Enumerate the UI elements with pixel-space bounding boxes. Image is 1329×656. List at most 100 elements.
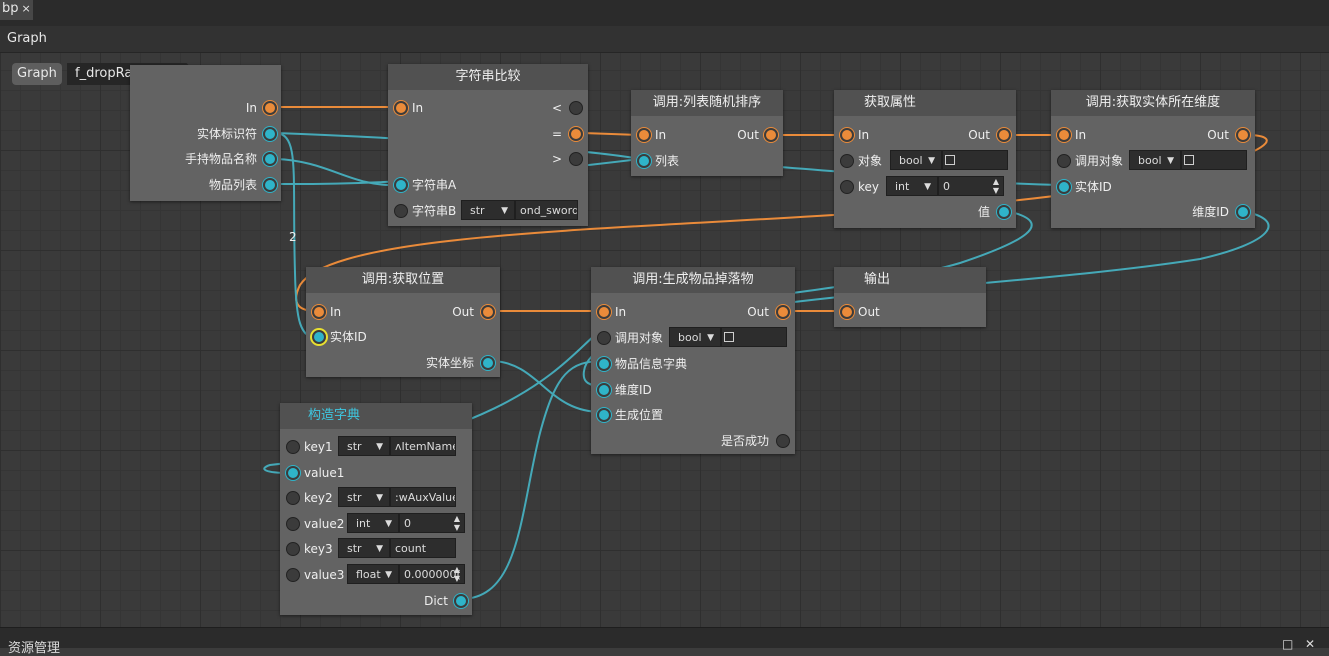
tab-bp[interactable]: bp × bbox=[0, 0, 33, 20]
exec-out-pin[interactable] bbox=[481, 305, 495, 319]
key-type-select[interactable]: int ▼ bbox=[886, 176, 938, 196]
exec-out-pin[interactable] bbox=[263, 101, 277, 115]
item-dict-pin[interactable] bbox=[597, 357, 611, 371]
exec-out-pin[interactable] bbox=[1236, 128, 1250, 142]
data-wire bbox=[460, 360, 604, 600]
output-node[interactable]: 输出 Out bbox=[834, 267, 986, 327]
target-value-field[interactable] bbox=[721, 327, 787, 347]
target-type-select[interactable]: bool ▼ bbox=[669, 327, 721, 347]
exec-in-pin[interactable] bbox=[597, 305, 611, 319]
entity-id-pin[interactable] bbox=[312, 330, 326, 344]
value2-pin[interactable] bbox=[286, 517, 300, 531]
key-pin[interactable] bbox=[840, 180, 854, 194]
graph-panel-title: Graph bbox=[7, 31, 47, 46]
value3-value: 0.000000( bbox=[404, 568, 461, 581]
key1-type-select[interactable]: str ▼ bbox=[338, 436, 390, 456]
value2-type-select[interactable]: int ▼ bbox=[347, 513, 399, 533]
graph-panel-header: Graph bbox=[0, 26, 1329, 53]
greater-pin[interactable] bbox=[569, 152, 583, 166]
spinner-icon[interactable]: ▲ ▼ bbox=[454, 514, 460, 532]
target-checkbox[interactable] bbox=[1184, 155, 1194, 165]
graph-canvas[interactable]: Graph f_dropRandomItem In 实体标识符 手持物品名称 物… bbox=[0, 53, 1329, 627]
make-dict-node[interactable]: 构造字典 key1 str ▼ ʌItemName value1 key2 str… bbox=[280, 403, 472, 615]
entity-id-pin[interactable] bbox=[263, 127, 277, 141]
string-a-pin[interactable] bbox=[394, 178, 408, 192]
dimension-id-pin[interactable] bbox=[1236, 205, 1250, 219]
spinner-icon[interactable]: ▲ ▼ bbox=[993, 177, 999, 195]
target-pin[interactable] bbox=[1057, 154, 1071, 168]
object-value-field[interactable] bbox=[942, 150, 1008, 170]
key1-input[interactable]: ʌItemName bbox=[390, 436, 456, 456]
key3-pin[interactable] bbox=[286, 542, 300, 556]
value-pin[interactable] bbox=[997, 205, 1011, 219]
exec-out-label: Out bbox=[1207, 128, 1229, 142]
exec-in-pin[interactable] bbox=[312, 305, 326, 319]
string-b-pin[interactable] bbox=[394, 204, 408, 218]
get-attribute-node[interactable]: 获取属性 In Out 对象 bool ▼ key int ▼ 0 ▲ ▼ 值 bbox=[834, 90, 1016, 228]
value2-input[interactable]: 0 ▲ ▼ bbox=[399, 513, 465, 533]
exec-out-pin[interactable] bbox=[776, 305, 790, 319]
breadcrumb-graph[interactable]: Graph bbox=[12, 63, 62, 85]
maximize-icon[interactable]: □ bbox=[1282, 637, 1293, 651]
less-pin[interactable] bbox=[569, 101, 583, 115]
item-list-pin[interactable] bbox=[263, 178, 277, 192]
target-pin[interactable] bbox=[597, 331, 611, 345]
position-pin[interactable] bbox=[481, 356, 495, 370]
close-icon[interactable]: ✕ bbox=[1305, 637, 1315, 651]
held-item-pin[interactable] bbox=[263, 152, 277, 166]
exec-in-pin[interactable] bbox=[1057, 128, 1071, 142]
target-type-select[interactable]: bool ▼ bbox=[1129, 150, 1181, 170]
list-label: 列表 bbox=[655, 154, 680, 168]
success-pin[interactable] bbox=[776, 434, 790, 448]
value3-pin[interactable] bbox=[286, 568, 300, 582]
key3-type-select[interactable]: str ▼ bbox=[338, 538, 390, 558]
key2-type-select[interactable]: str ▼ bbox=[338, 487, 390, 507]
exec-in-label: In bbox=[330, 305, 342, 319]
spawn-item-drop-node[interactable]: 调用:生成物品掉落物 In Out 调用对象 bool ▼ 物品信息字典 维度ID… bbox=[591, 267, 795, 454]
chevron-down-icon: ▼ bbox=[928, 156, 935, 166]
key2-pin[interactable] bbox=[286, 491, 300, 505]
exec-in-pin[interactable] bbox=[637, 128, 651, 142]
list-pin[interactable] bbox=[637, 154, 651, 168]
exec-in-label: In bbox=[655, 128, 667, 142]
exec-out-pin[interactable] bbox=[997, 128, 1011, 142]
exec-in-pin[interactable] bbox=[394, 101, 408, 115]
spawn-pos-label: 生成位置 bbox=[615, 408, 664, 422]
exec-in-pin[interactable] bbox=[840, 305, 854, 319]
close-icon[interactable]: × bbox=[22, 2, 31, 15]
object-checkbox[interactable] bbox=[945, 155, 955, 165]
spawn-pos-pin[interactable] bbox=[597, 408, 611, 422]
key2-input[interactable]: :wAuxValue bbox=[390, 487, 456, 507]
get-dimension-node[interactable]: 调用:获取实体所在维度 In Out 调用对象 bool ▼ 实体ID 维度ID bbox=[1051, 90, 1255, 228]
string-b-input[interactable]: ond_sword bbox=[515, 200, 578, 220]
value3-input[interactable]: 0.000000(▲ ▼ bbox=[399, 564, 465, 584]
success-label: 是否成功 bbox=[720, 434, 769, 448]
key1-pin[interactable] bbox=[286, 440, 300, 454]
entity-id-pin[interactable] bbox=[1057, 180, 1071, 194]
value1-pin[interactable] bbox=[286, 466, 300, 480]
type-value: bool bbox=[678, 331, 702, 344]
key1-label: key1 bbox=[304, 440, 333, 454]
target-checkbox[interactable] bbox=[724, 332, 734, 342]
string-b-type-select[interactable]: str ▼ bbox=[461, 200, 515, 220]
value3-type-select[interactable]: float ▼ bbox=[347, 564, 399, 584]
exec-out-pin[interactable] bbox=[764, 128, 778, 142]
get-position-node[interactable]: 调用:获取位置 In Out 实体ID 实体坐标 bbox=[306, 267, 500, 377]
dict-out-pin[interactable] bbox=[454, 594, 468, 608]
equal-pin[interactable] bbox=[569, 127, 583, 141]
spinner-icon[interactable]: ▲ ▼ bbox=[454, 565, 460, 583]
string-b-label: 字符串B bbox=[412, 204, 457, 218]
object-type-select[interactable]: bool ▼ bbox=[890, 150, 942, 170]
list-shuffle-node[interactable]: 调用:列表随机排序 In Out 列表 bbox=[631, 90, 783, 176]
object-pin[interactable] bbox=[840, 154, 854, 168]
type-value: float bbox=[356, 568, 381, 581]
target-value-field[interactable] bbox=[1181, 150, 1247, 170]
exec-in-label: In bbox=[1075, 128, 1087, 142]
exec-in-pin[interactable] bbox=[840, 128, 854, 142]
entry-node[interactable]: In 实体标识符 手持物品名称 物品列表 bbox=[130, 65, 281, 201]
key3-input[interactable]: count bbox=[390, 538, 456, 558]
string-compare-node[interactable]: 字符串比较 In < = > 字符串A 字符串B str ▼ ond_sword bbox=[388, 64, 588, 226]
type-value: str bbox=[347, 542, 362, 555]
dimension-id-pin[interactable] bbox=[597, 383, 611, 397]
key-value-input[interactable]: 0 ▲ ▼ bbox=[938, 176, 1004, 196]
